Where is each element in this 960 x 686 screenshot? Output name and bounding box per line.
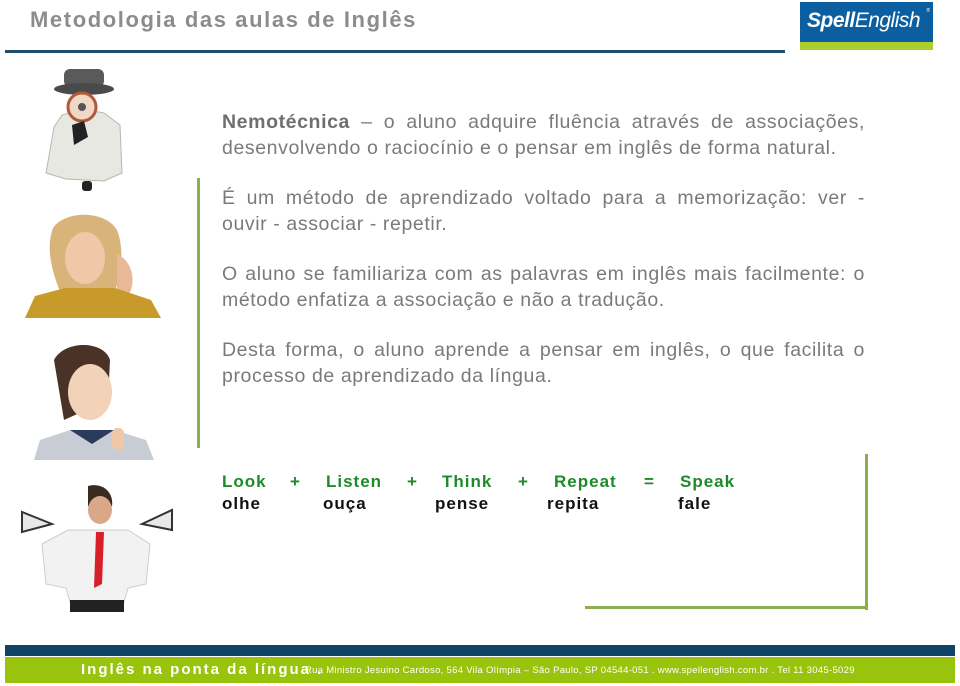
paragraph-association: O aluno se familiariza com as palavras e… bbox=[222, 263, 865, 311]
word-repita: repita bbox=[547, 494, 600, 513]
registered-mark: ® bbox=[926, 8, 930, 14]
footer-contact: Rua Ministro Jesuino Cardoso, 564 Vila O… bbox=[305, 665, 855, 676]
logo-wordmark: SpellEnglish bbox=[807, 9, 921, 32]
operator-plus: + bbox=[290, 472, 301, 491]
woman-thinking-image bbox=[34, 340, 154, 460]
operator-plus: + bbox=[407, 472, 418, 491]
operator-equals: = bbox=[644, 472, 655, 491]
paragraph-thinking: Desta forma, o aluno aprende a pensar em… bbox=[222, 339, 865, 387]
accent-line-left bbox=[197, 178, 200, 448]
spellenglish-logo: SpellEnglish ® bbox=[800, 2, 933, 50]
word-look: Look bbox=[222, 472, 267, 491]
word-pense: pense bbox=[435, 494, 490, 513]
word-fale: fale bbox=[678, 494, 712, 513]
page-title: Metodologia das aulas de Inglês bbox=[30, 7, 418, 32]
paragraph-nemotecnica: Nemotécnica – o aluno adquire fluência a… bbox=[222, 111, 865, 159]
footer: Inglês na ponta da língua . Rua Ministro… bbox=[5, 657, 955, 683]
word-repeat: Repeat bbox=[554, 472, 617, 491]
detective-image bbox=[42, 65, 134, 193]
footer-slogan: Inglês na ponta da língua . bbox=[81, 661, 324, 678]
word-listen: Listen bbox=[326, 472, 383, 491]
word-ouca: ouça bbox=[323, 494, 367, 513]
operator-plus: + bbox=[518, 472, 529, 491]
paragraph-memorization: É um método de aprendizado voltado para … bbox=[222, 187, 865, 235]
methodology-text: Nemotécnica – o aluno adquire fluência a… bbox=[222, 110, 865, 414]
header-divider bbox=[5, 50, 785, 53]
word-olhe: olhe bbox=[222, 494, 261, 513]
accent-line-bottom bbox=[585, 606, 867, 609]
word-think: Think bbox=[442, 472, 493, 491]
man-with-megaphones-image bbox=[18, 484, 176, 614]
footer-bar bbox=[5, 645, 955, 656]
accent-line-right bbox=[865, 454, 868, 610]
word-speak: Speak bbox=[680, 472, 736, 491]
term-nemotecnica: Nemotécnica bbox=[222, 111, 350, 133]
logo-stripe bbox=[800, 42, 933, 50]
woman-listening-image bbox=[25, 210, 161, 320]
